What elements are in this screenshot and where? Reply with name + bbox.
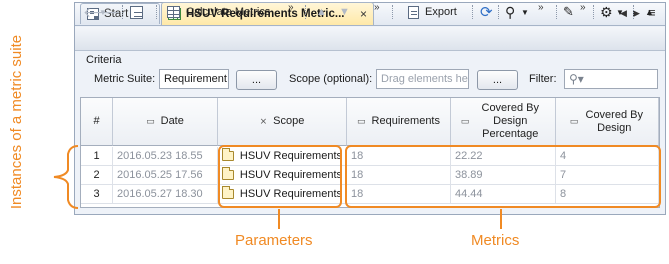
export-label: Export	[425, 6, 457, 18]
structure-view-icon[interactable]	[130, 3, 143, 21]
date-cell: 2016.05.25 17.56	[113, 166, 218, 185]
parameters-connector	[278, 209, 280, 229]
date-cell: 2016.05.23 18.55	[113, 147, 218, 166]
export-icon	[408, 5, 419, 19]
scope-drop-field[interactable]: Drag elements here	[376, 69, 469, 89]
toolbar-overflow-icon[interactable]: »	[288, 2, 293, 13]
metrics-connector	[500, 209, 502, 229]
instances-bracket	[53, 145, 79, 209]
move-down-icon[interactable]: ▼	[339, 3, 350, 21]
zoom-dropdown-icon[interactable]: ▼	[521, 3, 529, 21]
toolbar-overflow-icon[interactable]: »	[374, 2, 379, 13]
search-icon: ⚲▾	[569, 72, 584, 86]
column-header-label: Scope	[273, 115, 305, 127]
toolbar-grip	[633, 5, 635, 19]
parameters-annotation-label: Parameters	[235, 232, 313, 249]
property-icon: ▭	[357, 116, 366, 126]
property-icon: ▭	[569, 116, 579, 126]
column-header-number[interactable]: #	[81, 98, 113, 146]
filter-label: Filter:	[529, 73, 557, 85]
toolbar-grip	[498, 5, 500, 19]
column-header-date[interactable]: ▭ Date	[113, 98, 218, 146]
export-button[interactable]: Export	[405, 3, 460, 21]
move-up-icon[interactable]: ▲	[316, 3, 327, 21]
metrics-annotation-label: Metrics	[471, 232, 520, 249]
refresh-icon[interactable]: ⟳	[480, 3, 493, 21]
column-header-requirements[interactable]: ▭ Requirements	[347, 98, 451, 146]
column-header-covered[interactable]: ▭ Covered By Design	[556, 98, 659, 146]
edit-symbol-icon[interactable]: ✎	[563, 3, 574, 21]
calculate-metrics-button[interactable]: Calculate Metrics	[164, 3, 273, 21]
parameters-highlight	[218, 145, 342, 208]
date-cell: 2016.05.27 18.30	[113, 185, 218, 204]
calculator-icon	[167, 6, 180, 18]
calculate-metrics-label: Calculate Metrics	[186, 6, 271, 18]
column-header-label: Date	[160, 115, 184, 127]
metrics-highlight	[345, 145, 661, 208]
column-header-label: Covered By Design Percentage	[481, 102, 539, 140]
toolbar	[75, 27, 665, 51]
filter-input[interactable]: ⚲▾	[564, 69, 658, 89]
toolbar-overflow-icon[interactable]: »	[580, 2, 585, 13]
metric-suite-field[interactable]: Requirement	[159, 69, 229, 89]
column-header-covered-pct[interactable]: ▭ Covered By Design Percentage	[451, 98, 556, 146]
column-header-scope[interactable]: ⨯ Scope	[218, 98, 347, 146]
property-icon: ▭	[146, 116, 155, 126]
gear-icon[interactable]: ⚙	[600, 3, 613, 21]
close-tab-icon[interactable]: ×	[360, 7, 367, 21]
column-header-label: #	[93, 115, 100, 127]
instances-annotation-label: Instances of a metric suite	[8, 34, 25, 210]
property-icon: ▭	[460, 116, 470, 126]
row-number: 3	[81, 185, 113, 204]
toolbar-grip	[593, 5, 595, 19]
collapse-panel-icon[interactable]: ▲	[645, 3, 654, 21]
metric-suite-browse-button[interactable]: ...	[236, 70, 277, 90]
scope-browse-button[interactable]: ...	[477, 70, 518, 90]
toolbar-overflow-icon[interactable]: »	[538, 2, 543, 13]
back-dropdown-icon[interactable]: ▼	[99, 3, 107, 21]
scope-property-icon: ⨯	[259, 116, 268, 126]
toolbar-grip	[122, 5, 124, 19]
row-number: 1	[81, 147, 113, 166]
metric-suite-label: Metric Suite:	[94, 73, 156, 85]
toolbar-grip	[472, 5, 474, 19]
toolbar-grip	[305, 5, 307, 19]
options-dropdown-icon[interactable]: ▼	[616, 3, 624, 21]
scope-label: Scope (optional):	[289, 73, 373, 85]
column-header-label: Requirements	[371, 115, 440, 127]
toolbar-grip	[156, 5, 158, 19]
scope-placeholder: Drag elements here	[381, 73, 469, 85]
toolbar-grip	[556, 5, 558, 19]
row-number: 2	[81, 166, 113, 185]
toolbar-grip	[392, 5, 394, 19]
criteria-heading: Criteria	[86, 54, 122, 66]
zoom-icon[interactable]: ⚲	[505, 3, 515, 21]
column-header-label: Covered By Design	[585, 108, 643, 134]
